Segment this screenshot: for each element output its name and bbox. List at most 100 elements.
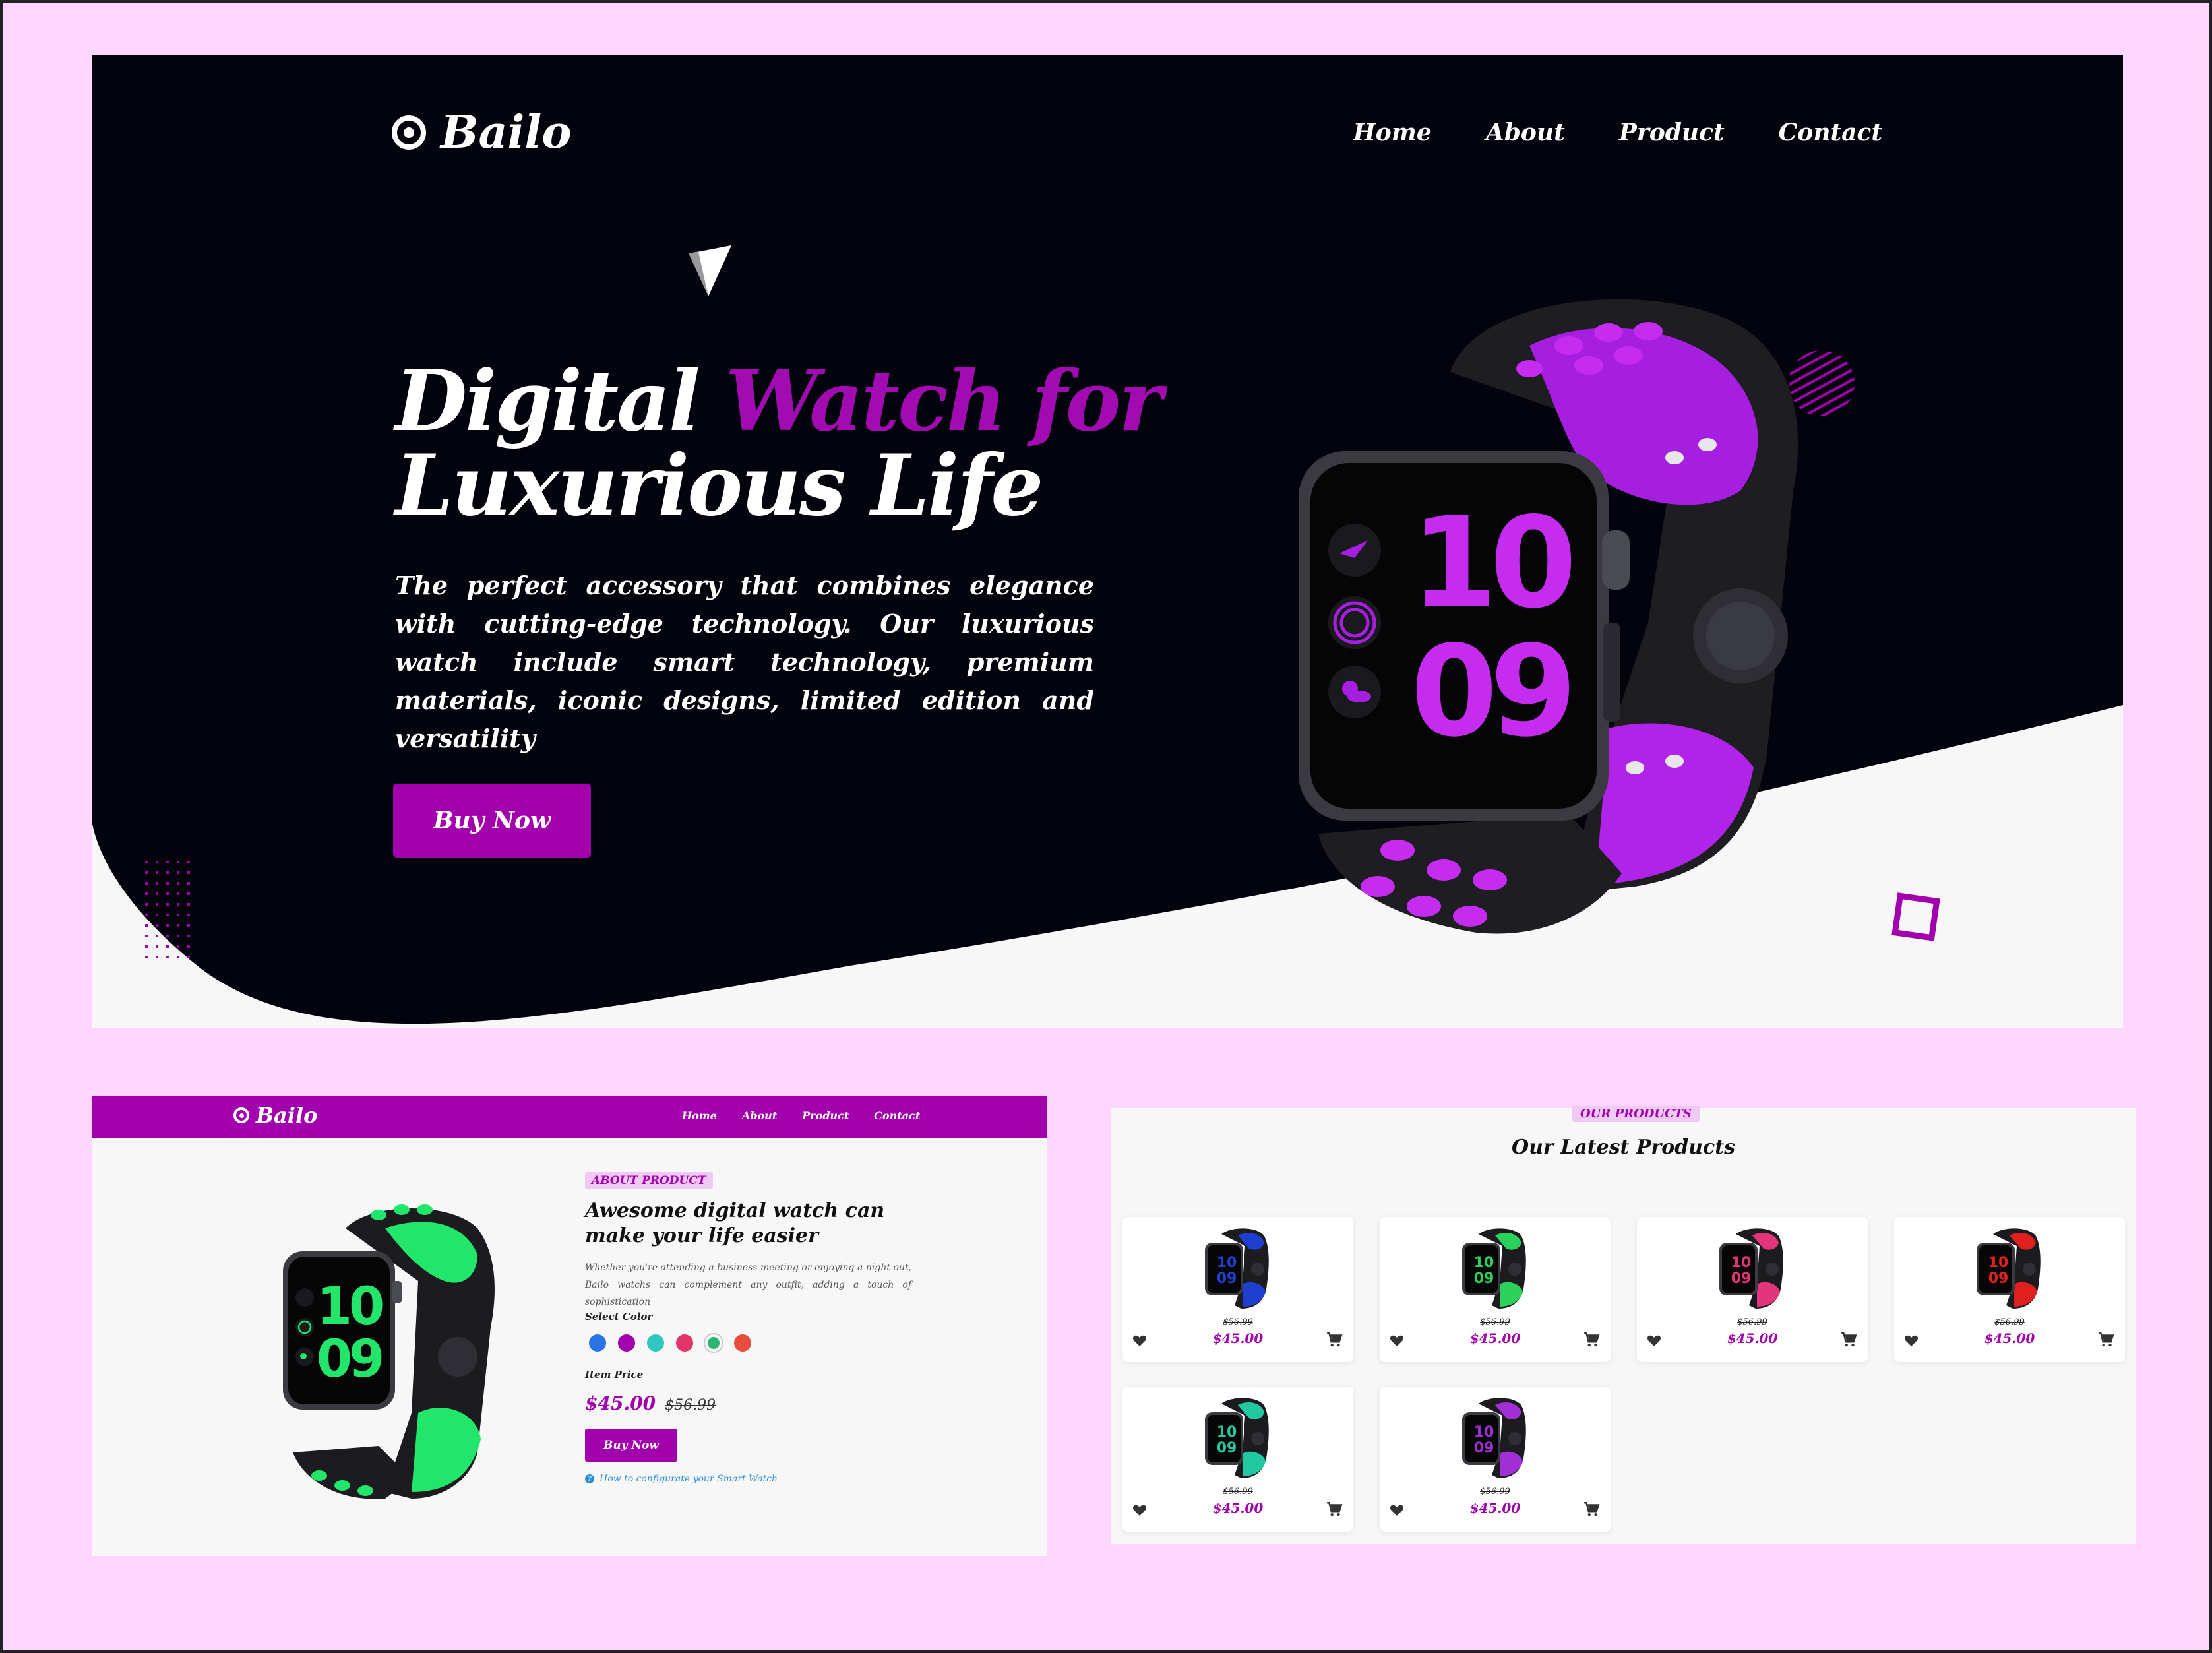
svg-text:09: 09 <box>1217 1440 1237 1456</box>
brand-logo[interactable]: Bailo <box>392 106 572 159</box>
about-navbar: Bailo Home About Product Contact <box>92 1096 1047 1138</box>
item-price-label: Item Price <box>585 1369 644 1381</box>
about-watch-minutes: 09 <box>317 1330 382 1389</box>
color-swatch-blue[interactable] <box>589 1334 606 1352</box>
nav-home[interactable]: Home <box>1353 119 1432 146</box>
product-price: $45.00 <box>1727 1330 1778 1346</box>
nav-contact[interactable]: Contact <box>1779 119 1882 146</box>
about-brand-name: Bailo <box>256 1103 318 1128</box>
hero-title: Digital Watch for Luxurious Life <box>395 359 1186 528</box>
product-card[interactable]: 10 09 $56.99 $45.00 <box>1380 1387 1611 1532</box>
triangle-decoration-icon <box>689 245 731 296</box>
product-card[interactable]: 10 09 $56.99 $45.00 <box>1637 1217 1868 1362</box>
heart-icon[interactable] <box>1132 1332 1148 1348</box>
product-watch-image: 1009 <box>1462 1398 1526 1478</box>
question-icon: ? <box>585 1474 594 1483</box>
about-nav-product[interactable]: Product <box>802 1109 849 1122</box>
products-tag-wrap: OUR PRODUCTS <box>1572 1106 1700 1122</box>
product-card[interactable]: 10 09 $56.99 $45.00 <box>1380 1217 1611 1362</box>
cart-icon[interactable] <box>1326 1501 1343 1518</box>
square-outline-decoration <box>1891 892 1940 941</box>
about-buy-now-button[interactable]: Buy Now <box>585 1429 677 1462</box>
svg-text:09: 09 <box>1217 1270 1237 1287</box>
about-tag: ABOUT PRODUCT <box>585 1172 713 1189</box>
product-price: $45.00 <box>1212 1330 1264 1346</box>
color-swatch-teal[interactable] <box>647 1334 664 1352</box>
about-old-price: $56.99 <box>665 1397 716 1414</box>
product-card[interactable]: 10 09 $56.99 $45.00 <box>1894 1217 2125 1362</box>
target-logo-icon <box>392 115 426 150</box>
hero-buy-now-button[interactable]: Buy Now <box>393 784 591 858</box>
products-heading: Our Latest Products <box>1511 1136 1736 1159</box>
about-nav-links: Home About Product Contact <box>682 1109 920 1122</box>
svg-text:10: 10 <box>1988 1255 2009 1271</box>
hero-title-part1: Digital <box>395 352 700 450</box>
products-tag: OUR PRODUCTS <box>1572 1106 1700 1122</box>
about-watch-image: 10 09 <box>283 1204 495 1499</box>
about-nav-about[interactable]: About <box>742 1109 777 1122</box>
heart-icon[interactable] <box>1132 1502 1148 1518</box>
products-section: OUR PRODUCTS Our Latest Products 10 09 $56… <box>1111 1106 2136 1544</box>
svg-text:09: 09 <box>1474 1440 1494 1456</box>
heart-icon[interactable] <box>1389 1332 1405 1348</box>
heart-icon[interactable] <box>1903 1332 1919 1348</box>
svg-text:10: 10 <box>1731 1255 1752 1271</box>
svg-text:10: 10 <box>1217 1255 1237 1271</box>
hero-section: Bailo Home About Product Contact Digital… <box>92 55 2123 1028</box>
product-price: $45.00 <box>1469 1500 1521 1516</box>
cart-icon[interactable] <box>1583 1501 1600 1518</box>
color-swatch-purple[interactable] <box>618 1334 635 1352</box>
about-product-section: Bailo Home About Product Contact 10 09 A… <box>92 1096 1047 1556</box>
cart-icon[interactable] <box>1840 1331 1857 1348</box>
help-link[interactable]: ? How to configurate your Smart Watch <box>585 1474 915 1484</box>
help-link-text: How to configurate your Smart Watch <box>599 1474 778 1484</box>
nav-about[interactable]: About <box>1486 119 1565 146</box>
nav-links: Home About Product Contact <box>1353 119 1882 146</box>
about-watch-hours: 10 <box>317 1277 383 1336</box>
heart-icon[interactable] <box>1646 1332 1662 1348</box>
select-color-label: Select Color <box>585 1311 653 1323</box>
target-logo-icon <box>233 1107 249 1123</box>
svg-text:10: 10 <box>1217 1424 1237 1441</box>
product-price: $45.00 <box>1212 1500 1264 1516</box>
hero-title-accent: Watch for <box>725 352 1163 450</box>
cart-icon[interactable] <box>2097 1331 2114 1348</box>
svg-text:10: 10 <box>1474 1424 1494 1441</box>
product-price: $45.00 <box>1469 1330 1521 1346</box>
color-swatch-red[interactable] <box>734 1334 751 1352</box>
about-text: Whether you're attending a business meet… <box>585 1263 911 1307</box>
svg-text:09: 09 <box>1731 1270 1752 1287</box>
hero-watch-image: 10 09 <box>1299 299 1798 934</box>
product-old-price: $56.99 <box>1223 1487 1253 1497</box>
product-old-price: $56.99 <box>1480 1487 1510 1497</box>
product-old-price: $56.99 <box>1737 1317 1767 1327</box>
product-watch-image: 1009 <box>1205 1398 1269 1478</box>
svg-text:10: 10 <box>1474 1255 1494 1271</box>
brand-name: Bailo <box>441 106 572 159</box>
heart-icon[interactable] <box>1389 1502 1405 1518</box>
color-swatch-green[interactable] <box>704 1333 723 1353</box>
product-card[interactable]: 10 09 $56.99 $45.00 <box>1122 1217 1353 1362</box>
product-price: $45.00 <box>1984 1330 2035 1346</box>
about-price: $45.00 <box>585 1392 656 1414</box>
hero-description: The perfect accessory that combines eleg… <box>395 571 1094 753</box>
about-price-row: $45.00 $56.99 <box>585 1392 915 1414</box>
product-watch-image: 1009 <box>1462 1228 1526 1309</box>
color-swatch-pink[interactable] <box>676 1334 693 1352</box>
about-info: ABOUT PRODUCT Awesome digital watch can … <box>585 1172 915 1484</box>
product-card[interactable]: 10 09 $56.99 $45.00 <box>1122 1387 1353 1532</box>
about-brand-logo[interactable]: Bailo <box>233 1103 317 1128</box>
cart-icon[interactable] <box>1583 1331 1600 1348</box>
about-heading: Awesome digital watch can make your life… <box>585 1199 885 1247</box>
svg-text:09: 09 <box>1474 1270 1494 1287</box>
product-old-price: $56.99 <box>1223 1317 1253 1327</box>
about-nav-home[interactable]: Home <box>682 1109 717 1122</box>
color-swatches <box>589 1333 915 1353</box>
hero-watch-hours: 10 <box>1411 490 1572 636</box>
cart-icon[interactable] <box>1326 1331 1343 1348</box>
nav-product[interactable]: Product <box>1619 119 1725 146</box>
product-watch-image: 1009 <box>1205 1228 1269 1309</box>
product-old-price: $56.99 <box>1480 1317 1510 1327</box>
svg-text:09: 09 <box>1988 1270 2009 1287</box>
about-nav-contact[interactable]: Contact <box>874 1109 920 1122</box>
